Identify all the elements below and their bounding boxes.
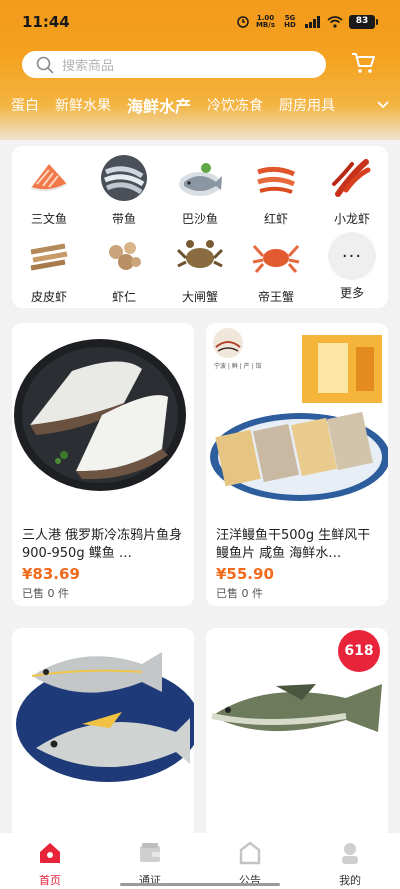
product-image: 宁波 | 鲜 | 产 | 馆 [206, 323, 388, 505]
grid-item-shrimp-meat[interactable]: 虾仁 [92, 232, 156, 305]
product-price: ¥55.90 [216, 565, 274, 583]
nav-token[interactable]: 通证 [100, 833, 200, 889]
grid-item-more[interactable]: ··· 更多 [320, 232, 384, 301]
product-image: 618 [206, 628, 388, 810]
grid-label: 带鱼 [111, 212, 136, 226]
salmon-icon [30, 164, 68, 192]
product-card[interactable] [12, 628, 194, 838]
brand-text: 宁波 | 鲜 | 产 | 馆 [214, 363, 262, 370]
battery-level: 83 [349, 15, 375, 29]
nav-notice[interactable]: 公告 [200, 833, 300, 889]
hairy-crab-icon [176, 240, 224, 268]
grid-label: 巴沙鱼 [181, 212, 218, 226]
grid-label: 小龙虾 [333, 212, 370, 226]
grid-label: 大闸蟹 [181, 290, 218, 304]
network-type: 5G HD [284, 14, 296, 29]
product-sold: 已售 0 件 [22, 587, 69, 600]
notice-icon [239, 841, 261, 865]
product-title: 三人港 俄罗斯冷冻鸦片鱼身900-950g 鲽鱼 … [22, 528, 183, 561]
search-input[interactable]: 搜索商品 [22, 51, 326, 78]
mantis-shrimp-icon [30, 243, 68, 271]
search-icon [36, 56, 54, 73]
grid-label: 更多 [339, 286, 364, 300]
status-bar: 11:44 1.00 MB/s 5G HD 83 [0, 0, 400, 44]
tab-protein[interactable]: 蛋白 [11, 95, 39, 115]
grid-label: 三文鱼 [30, 212, 67, 226]
tab-frozen-drinks[interactable]: 冷饮冻食 [207, 95, 263, 115]
hairtail-icon [101, 155, 147, 201]
search-row: 搜索商品 [0, 48, 400, 82]
product-image [12, 628, 194, 810]
category-tabs: 蛋白 新鲜水果 海鲜水产 冷饮冻食 厨房用具 [0, 90, 400, 120]
tab-fresh-fruit[interactable]: 新鲜水果 [55, 95, 111, 115]
profile-icon [342, 843, 358, 864]
grid-label: 皮皮虾 [30, 290, 67, 304]
wallet-icon [140, 843, 160, 862]
search-placeholder: 搜索商品 [62, 59, 115, 74]
grid-label: 虾仁 [111, 290, 136, 304]
tab-seafood[interactable]: 海鲜水产 [127, 93, 191, 117]
halibut-image [12, 323, 194, 505]
net-speed-unit: MB/s [255, 21, 275, 29]
product-price: ¥83.69 [22, 565, 80, 583]
basa-fish-icon [179, 163, 222, 196]
battery-cap [376, 19, 378, 25]
wifi-icon [327, 16, 343, 28]
home-indicator [120, 883, 280, 886]
status-icons: 1.00 MB/s 5G HD 83 [236, 15, 378, 29]
bottom-navigation: 首页 通证 公告 我的 [0, 833, 400, 889]
grid-label: 帝王蟹 [257, 290, 294, 304]
grid-item-red-shrimp[interactable]: 红虾 [244, 154, 308, 227]
pompano-image [12, 628, 194, 810]
cart-icon[interactable] [350, 50, 376, 76]
grid-item-hairtail[interactable]: 带鱼 [92, 154, 156, 227]
grid-item-crayfish[interactable]: 小龙虾 [320, 154, 384, 227]
nav-home[interactable]: 首页 [0, 833, 100, 889]
chevron-down-icon[interactable] [376, 98, 390, 112]
crayfish-icon [332, 159, 371, 197]
alarm-icon [237, 16, 249, 28]
grid-item-hairy-crab[interactable]: 大闸蟹 [168, 232, 232, 305]
grid-label: 红虾 [263, 212, 288, 226]
promo-badge: 618 [338, 630, 380, 672]
nav-label: 首页 [39, 874, 61, 887]
product-card[interactable]: 三人港 俄罗斯冷冻鸦片鱼身900-950g 鲽鱼 … ¥83.69 已售 0 件 [12, 323, 194, 606]
grid-item-basa[interactable]: 巴沙鱼 [168, 154, 232, 227]
tab-kitchenware[interactable]: 厨房用具 [279, 95, 335, 115]
signal-icon [305, 16, 320, 28]
dried-eel-image [206, 323, 388, 505]
product-image [12, 323, 194, 505]
nav-profile[interactable]: 我的 [300, 833, 400, 889]
grid-item-salmon[interactable]: 三文鱼 [17, 154, 81, 227]
red-shrimp-icon [257, 166, 296, 194]
category-grid: 三文鱼 带鱼 巴沙鱼 红虾 小龙虾 皮皮虾 虾仁 大闸蟹 帝王蟹 ··· 更多 [12, 146, 388, 308]
grid-item-king-crab[interactable]: 帝王蟹 [244, 232, 308, 305]
status-time: 11:44 [22, 13, 70, 31]
nav-label: 我的 [339, 874, 361, 887]
grid-item-mantis-shrimp[interactable]: 皮皮虾 [17, 232, 81, 305]
home-icon [40, 843, 60, 863]
net-speed: 1.00 MB/s [256, 15, 275, 29]
product-card[interactable]: 618 [206, 628, 388, 838]
battery-indicator: 83 [349, 15, 378, 29]
king-crab-icon [252, 244, 300, 273]
shrimp-meat-icon [109, 242, 141, 270]
more-icon: ··· [328, 232, 376, 280]
product-title: 汪洋鳗鱼干500g 生鲜风干鳗鱼片 咸鱼 海鲜水… [216, 528, 371, 561]
product-sold: 已售 0 件 [216, 587, 263, 600]
product-card[interactable]: 宁波 | 鲜 | 产 | 馆 汪洋鳗鱼干500g 生鲜风干鳗鱼片 咸鱼 海鲜水…… [206, 323, 388, 606]
